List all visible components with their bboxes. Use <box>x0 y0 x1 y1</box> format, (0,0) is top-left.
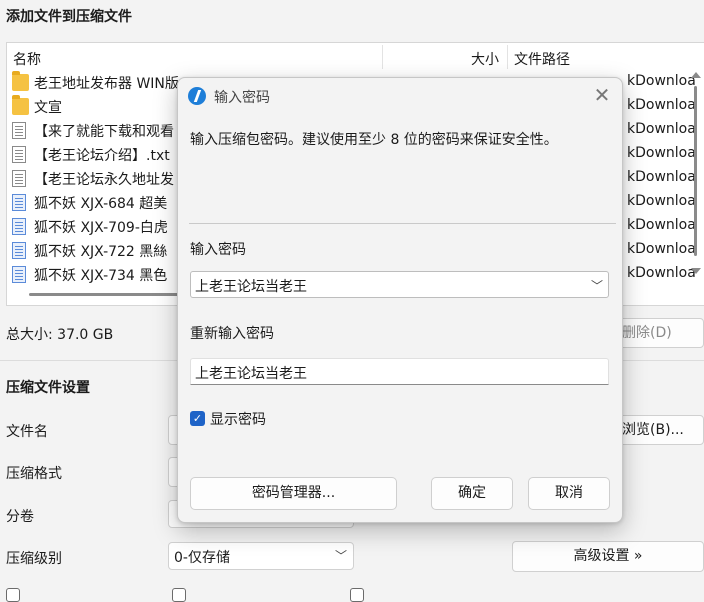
file-path: kDownloa <box>627 265 696 281</box>
dialog-titlebar: 输入密码 ✕ <box>178 78 622 114</box>
file-name: 狐不妖 XJX-734 黑色 <box>34 268 168 284</box>
password-dialog: 输入密码 ✕ 输入压缩包密码。建议使用至少 8 位的密码来保证安全性。 输入密码… <box>177 77 623 523</box>
file-path: kDownloa <box>627 193 696 209</box>
confirm-password-value: 上老王论坛当老王 <box>195 366 307 382</box>
split-label: 分卷 <box>6 509 34 525</box>
video-file-icon <box>12 266 26 283</box>
cancel-button[interactable]: 取消 <box>528 477 610 510</box>
file-name: 狐不妖 XJX-684 超美 <box>34 196 168 212</box>
total-size: 总大小: 37.0 GB <box>6 327 114 343</box>
dialog-title: 输入密码 <box>214 90 270 106</box>
divider <box>189 223 616 224</box>
vertical-scrollbar[interactable] <box>689 68 703 282</box>
close-icon[interactable]: ✕ <box>590 84 614 108</box>
file-path: kDownloa <box>627 121 696 137</box>
file-name: 【老王论坛永久地址发 <box>34 172 174 188</box>
file-name: 狐不妖 XJX-722 黑絲 <box>34 244 168 260</box>
doc-icon <box>12 170 26 187</box>
ok-button[interactable]: 确定 <box>431 477 513 510</box>
column-header-name[interactable]: 名称 <box>13 49 41 69</box>
format-label: 压缩格式 <box>6 466 62 482</box>
column-header-size[interactable]: 大小 <box>471 49 499 69</box>
chevron-down-icon[interactable]: ﹀ <box>591 277 603 294</box>
password-value: 上老王论坛当老王 <box>195 279 307 295</box>
doc-icon <box>12 146 26 163</box>
separate-archives-checkbox[interactable] <box>350 588 364 602</box>
settings-heading: 压缩文件设置 <box>6 380 90 396</box>
delete-source-checkbox[interactable] <box>172 588 186 602</box>
test-archive-checkbox[interactable] <box>6 588 20 602</box>
dialog-description: 输入压缩包密码。建议使用至少 8 位的密码来保证安全性。 <box>190 132 558 148</box>
column-header-path[interactable]: 文件路径 <box>514 49 570 69</box>
password-input[interactable]: 上老王论坛当老王 ﹀ <box>190 271 609 298</box>
show-password-checkbox[interactable]: ✓ <box>190 411 205 426</box>
file-name: 狐不妖 XJX-709-白虎 <box>34 220 168 236</box>
app-logo-icon <box>188 87 206 105</box>
file-path: kDownloa <box>627 145 696 161</box>
file-path: kDownloa <box>627 217 696 233</box>
file-path: kDownloa <box>627 241 696 257</box>
folder-icon <box>12 95 29 115</box>
password-label: 输入密码 <box>190 242 246 258</box>
show-password-label[interactable]: 显示密码 <box>210 409 266 429</box>
file-name: 文宣 <box>34 100 62 116</box>
file-name: 老王地址发布器 WIN版 <box>34 76 179 92</box>
file-name: 【老王论坛介绍】.txt <box>34 148 170 164</box>
level-label: 压缩级别 <box>6 551 62 567</box>
doc-icon <box>12 122 26 139</box>
window-title: 添加文件到压缩文件 <box>6 9 132 25</box>
advanced-settings-button[interactable]: 高级设置 » <box>512 541 704 572</box>
video-file-icon <box>12 242 26 259</box>
file-list-header: 名称 大小 文件路径 <box>7 43 704 71</box>
filename-label: 文件名 <box>6 424 48 440</box>
level-value: 0-仅存储 <box>174 550 230 566</box>
password-manager-button[interactable]: 密码管理器... <box>190 477 397 510</box>
video-file-icon <box>12 218 26 235</box>
file-path: kDownloa <box>627 169 696 185</box>
file-name: 【来了就能下载和观看 <box>34 124 174 140</box>
file-path: kDownloa <box>627 97 696 113</box>
chevron-down-icon: ﹀ <box>334 549 347 563</box>
folder-icon <box>12 71 29 91</box>
confirm-password-input[interactable]: 上老王论坛当老王 <box>190 358 609 385</box>
file-path: kDownloa <box>627 73 696 89</box>
video-file-icon <box>12 194 26 211</box>
confirm-password-label: 重新输入密码 <box>190 326 274 342</box>
level-select[interactable]: 0-仅存储 ﹀ <box>168 542 354 570</box>
